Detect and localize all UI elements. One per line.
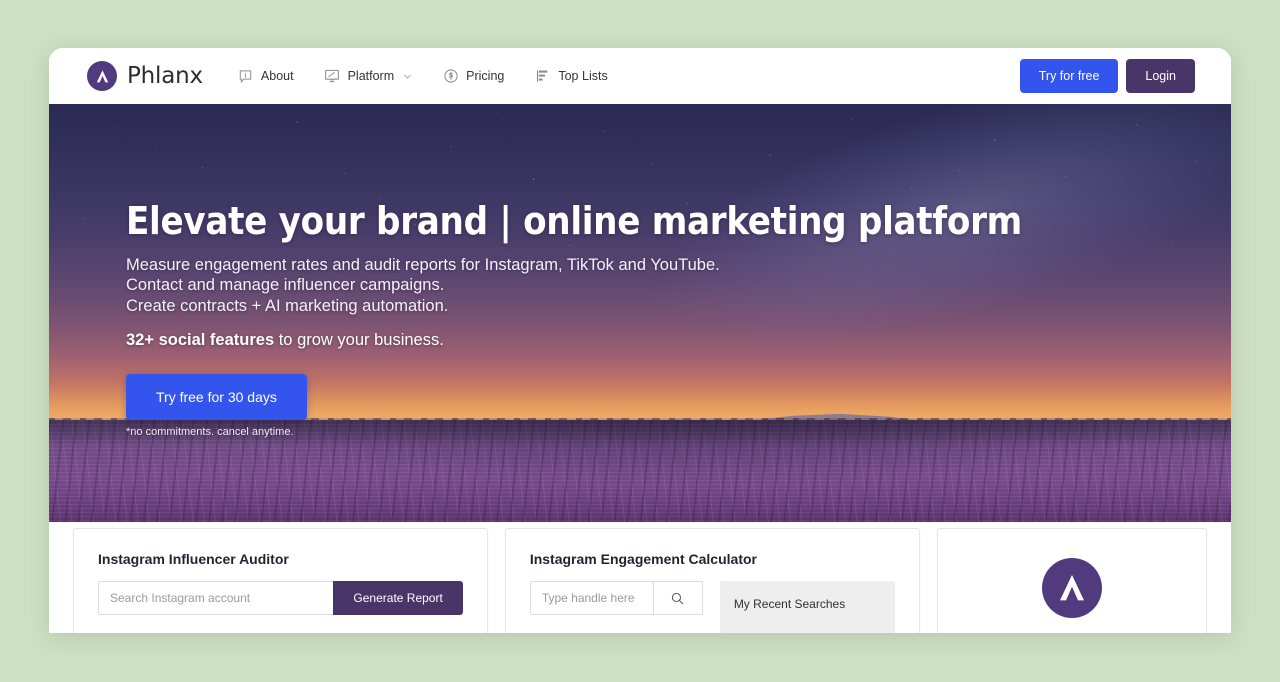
generate-report-button[interactable]: Generate Report	[333, 581, 463, 615]
brand-logo-link[interactable]: Phlanx	[87, 61, 203, 91]
brand-logo-card	[936, 528, 1208, 633]
hero-feature-rest: to grow your business.	[274, 330, 444, 349]
nav-item-platform[interactable]: Platform	[322, 64, 415, 89]
calculator-search-button[interactable]	[653, 581, 703, 615]
nav-item-pricing[interactable]: Pricing	[440, 64, 506, 89]
nav-item-platform-label: Platform	[347, 69, 395, 83]
hero-headline: Elevate your brand | online marketing pl…	[126, 199, 1022, 243]
nav-item-top-lists-label: Top Lists	[558, 69, 608, 83]
instagram-engagement-calculator-card: Instagram Engagement Calculator M	[504, 528, 920, 633]
login-button[interactable]: Login	[1126, 59, 1195, 93]
nav-item-top-lists[interactable]: Top Lists	[532, 64, 609, 89]
info-speech-bubble-icon	[237, 68, 254, 85]
magnifier-icon	[670, 591, 685, 606]
calculator-search-row: My Recent Searches	[529, 581, 895, 633]
phlanx-chevron-logo-large-icon	[1041, 558, 1102, 618]
nav-links: About Platform Pricing Top Lists	[235, 64, 610, 89]
tools-cards-strip: Instagram Influencer Auditor Generate Re…	[49, 522, 1231, 633]
hero-banner: Elevate your brand | online marketing pl…	[49, 104, 1231, 522]
my-recent-searches-panel[interactable]: My Recent Searches	[719, 581, 895, 633]
hero-subtext: Measure engagement rates and audit repor…	[126, 255, 946, 317]
nav-item-pricing-label: Pricing	[466, 69, 505, 83]
my-recent-searches-label: My Recent Searches	[733, 597, 846, 611]
hero-subtext-line-3: Create contracts + AI marketing automati…	[126, 297, 449, 316]
auditor-search-row: Generate Report	[98, 581, 463, 615]
nav-actions: Try for free Login	[1019, 48, 1195, 104]
browser-page-frame: Phlanx About Platform Pricing Top Lists …	[49, 48, 1231, 633]
nav-item-about[interactable]: About	[235, 64, 296, 89]
hero-subtext-line-2: Contact and manage influencer campaigns.	[126, 276, 445, 295]
ranked-list-icon	[534, 68, 551, 85]
hero-feature-line: 32+ social features to grow your busines…	[126, 331, 946, 350]
hero-feature-strong: 32+ social features	[126, 330, 275, 349]
hero-cta-note: *no commitments. cancel anytime.	[126, 425, 294, 438]
hero-content: Elevate your brand | online marketing pl…	[126, 199, 1022, 438]
hero-subtext-line-1: Measure engagement rates and audit repor…	[126, 255, 720, 274]
brand-name: Phlanx	[127, 63, 203, 89]
nav-item-about-label: About	[260, 69, 294, 83]
try-for-free-button[interactable]: Try for free	[1019, 59, 1119, 93]
calculator-input-group	[529, 581, 703, 633]
calculator-handle-input[interactable]	[529, 581, 654, 615]
monitor-icon	[324, 68, 341, 85]
top-navigation-bar: Phlanx About Platform Pricing Top Lists …	[49, 48, 1231, 104]
chevron-down-icon[interactable]	[403, 72, 412, 81]
instagram-influencer-auditor-card: Instagram Influencer Auditor Generate Re…	[73, 528, 488, 633]
hero-cta-button[interactable]: Try free for 30 days	[126, 373, 307, 420]
auditor-search-input[interactable]	[98, 581, 334, 615]
auditor-card-title: Instagram Influencer Auditor	[98, 551, 289, 567]
phlanx-chevron-logo-icon	[87, 61, 117, 91]
dollar-circle-icon	[442, 68, 459, 85]
calculator-card-title: Instagram Engagement Calculator	[529, 551, 757, 567]
